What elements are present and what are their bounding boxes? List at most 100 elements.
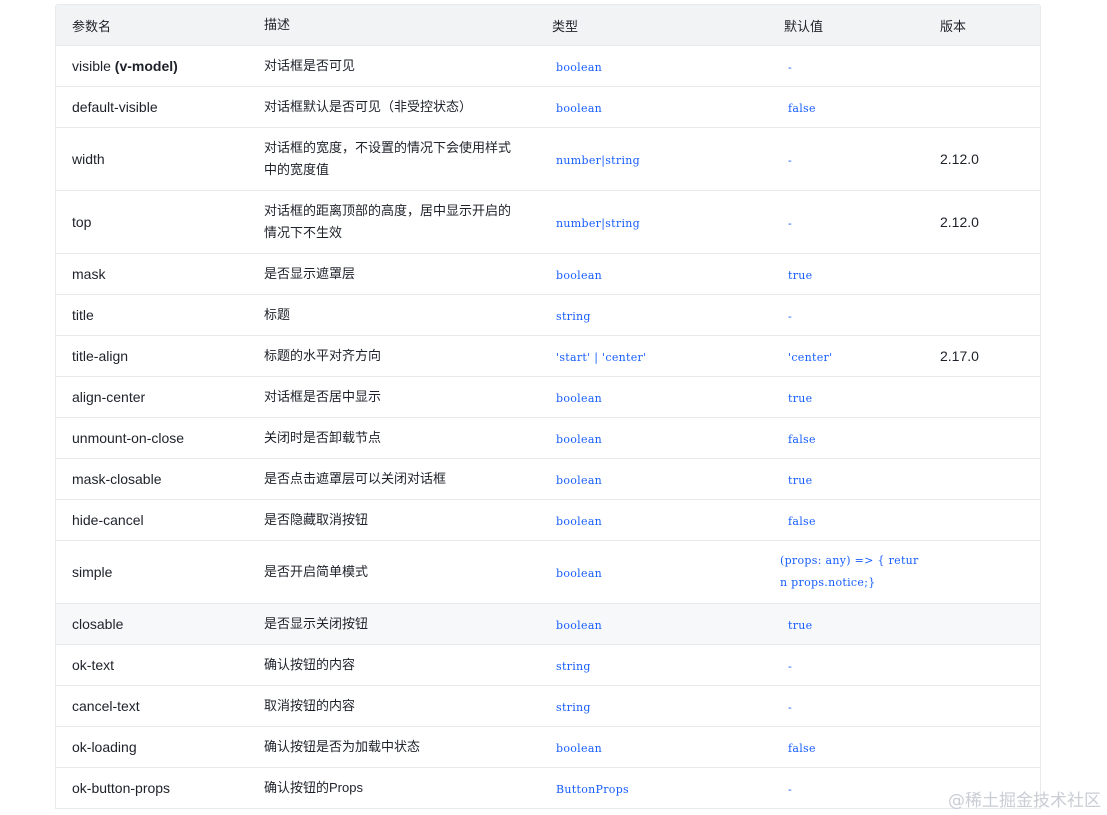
- prop-type: boolean: [536, 58, 770, 74]
- prop-default: true: [770, 616, 940, 632]
- table-row: hide-cancel 是否隐藏取消按钮 boolean false: [56, 500, 1040, 541]
- prop-version: 2.12.0: [940, 151, 979, 167]
- prop-type: boolean: [536, 616, 770, 632]
- prop-name-cell: ok-text: [56, 657, 248, 673]
- table-row: cancel-text 取消按钮的内容 string -: [56, 686, 1040, 727]
- prop-type: string: [536, 307, 770, 323]
- prop-type-code: 'start' | 'center': [556, 351, 647, 364]
- table-header: 参数名 描述 类型 默认值 版本: [56, 5, 1040, 46]
- prop-name-cell: visible (v-model): [56, 58, 248, 74]
- prop-default: -: [770, 698, 940, 714]
- prop-default-code: (props: any) => { return props.notice;}: [780, 554, 919, 589]
- prop-name-cell: cancel-text: [56, 698, 248, 714]
- prop-default-code: -: [788, 783, 793, 796]
- table-row: width 对话框的宽度，不设置的情况下会使用样式中的宽度值 number|stri…: [56, 128, 1040, 191]
- header-default: 默认值: [784, 18, 824, 34]
- table-row: ok-button-props 确认按钮的Props ButtonProps -: [56, 768, 1040, 809]
- prop-type-code: boolean: [556, 61, 603, 74]
- prop-type-code: boolean: [556, 102, 603, 115]
- header-desc: 描述: [264, 17, 291, 32]
- prop-name: title: [72, 307, 94, 323]
- prop-default-code: -: [788, 310, 793, 323]
- prop-type-code: string: [556, 701, 591, 714]
- prop-type: boolean: [536, 512, 770, 528]
- prop-name-cell: align-center: [56, 389, 248, 405]
- prop-default-code: true: [788, 392, 813, 405]
- prop-type-code: boolean: [556, 567, 603, 580]
- prop-type: 'start' | 'center': [536, 348, 770, 364]
- prop-name: title-align: [72, 348, 129, 364]
- prop-type-code: boolean: [556, 269, 603, 282]
- prop-default: -: [770, 214, 940, 230]
- watermark: @稀土掘金技术社区: [948, 791, 1101, 811]
- prop-default-code: 'center': [788, 351, 833, 364]
- prop-name-cell: hide-cancel: [56, 512, 248, 528]
- prop-name-cell: mask-closable: [56, 471, 248, 487]
- prop-type-code: number|string: [556, 217, 640, 230]
- table-row: simple 是否开启简单模式 boolean (props: any) => { r…: [56, 541, 1040, 604]
- header-version: 版本: [940, 18, 967, 34]
- table-row: ok-text 确认按钮的内容 string -: [56, 645, 1040, 686]
- prop-type: number|string: [536, 214, 770, 230]
- prop-name: unmount-on-close: [72, 430, 185, 446]
- prop-default: true: [770, 389, 940, 405]
- prop-type: boolean: [536, 389, 770, 405]
- prop-desc: 是否开启简单模式: [264, 564, 369, 579]
- prop-name-cell: top: [56, 214, 248, 230]
- prop-desc: 是否显示关闭按钮: [264, 616, 369, 631]
- prop-desc: 确认按钮的Props: [264, 780, 363, 795]
- prop-version: 2.12.0: [940, 214, 979, 230]
- prop-type-code: number|string: [556, 154, 640, 167]
- prop-default-code: true: [788, 619, 813, 632]
- prop-desc: 对话框默认是否可见（非受控状态）: [264, 99, 473, 114]
- prop-default: 'center': [770, 348, 940, 364]
- prop-type-code: boolean: [556, 742, 603, 755]
- prop-type-code: string: [556, 660, 591, 673]
- prop-default: -: [770, 780, 940, 796]
- prop-name: visible: [72, 58, 111, 74]
- prop-desc: 是否显示遮罩层: [264, 266, 356, 281]
- prop-default: -: [770, 58, 940, 74]
- prop-desc: 确认按钮的内容: [264, 657, 356, 672]
- prop-name-cell: width: [56, 151, 248, 167]
- prop-default-code: false: [788, 433, 816, 446]
- prop-desc: 标题: [264, 307, 291, 322]
- table-row: ok-loading 确认按钮是否为加载中状态 boolean false: [56, 727, 1040, 768]
- prop-type-code: boolean: [556, 619, 603, 632]
- table-row: title-align 标题的水平对齐方向 'start' | 'center' 'c…: [56, 336, 1040, 377]
- prop-type: boolean: [536, 564, 770, 580]
- prop-desc: 关闭时是否卸载节点: [264, 430, 382, 445]
- prop-name: ok-loading: [72, 739, 137, 755]
- prop-name-cell: closable: [56, 616, 248, 632]
- prop-desc: 标题的水平对齐方向: [264, 348, 382, 363]
- prop-default-code: -: [788, 61, 793, 74]
- prop-default-code: -: [788, 701, 793, 714]
- table-row: visible (v-model) 对话框是否可见 boolean -: [56, 46, 1040, 87]
- table-row: unmount-on-close 关闭时是否卸载节点 boolean false: [56, 418, 1040, 459]
- prop-default: false: [770, 430, 940, 446]
- prop-default: -: [770, 151, 940, 167]
- prop-type: boolean: [536, 471, 770, 487]
- prop-type: string: [536, 698, 770, 714]
- prop-desc: 是否隐藏取消按钮: [264, 512, 369, 527]
- prop-desc: 确认按钮是否为加载中状态: [264, 739, 421, 754]
- prop-name-cell: unmount-on-close: [56, 430, 248, 446]
- prop-default-code: false: [788, 515, 816, 528]
- prop-default: (props: any) => { return props.notice;}: [770, 550, 940, 594]
- table-row: top 对话框的距离顶部的高度，居中显示开启的情况下不生效 number|strin…: [56, 191, 1040, 254]
- prop-name: mask-closable: [72, 471, 162, 487]
- prop-name-cell: mask: [56, 266, 248, 282]
- prop-default: false: [770, 99, 940, 115]
- header-type: 类型: [552, 18, 579, 34]
- prop-name-cell: simple: [56, 564, 248, 580]
- table-body: visible (v-model) 对话框是否可见 boolean - default-…: [56, 46, 1040, 809]
- prop-default: -: [770, 657, 940, 673]
- prop-default: false: [770, 512, 940, 528]
- prop-name: default-visible: [72, 99, 158, 115]
- prop-type: boolean: [536, 739, 770, 755]
- prop-name-sub: (v-model): [114, 58, 178, 74]
- prop-default-code: false: [788, 742, 816, 755]
- prop-name: cancel-text: [72, 698, 140, 714]
- table-row: mask 是否显示遮罩层 boolean true: [56, 254, 1040, 295]
- prop-type: string: [536, 657, 770, 673]
